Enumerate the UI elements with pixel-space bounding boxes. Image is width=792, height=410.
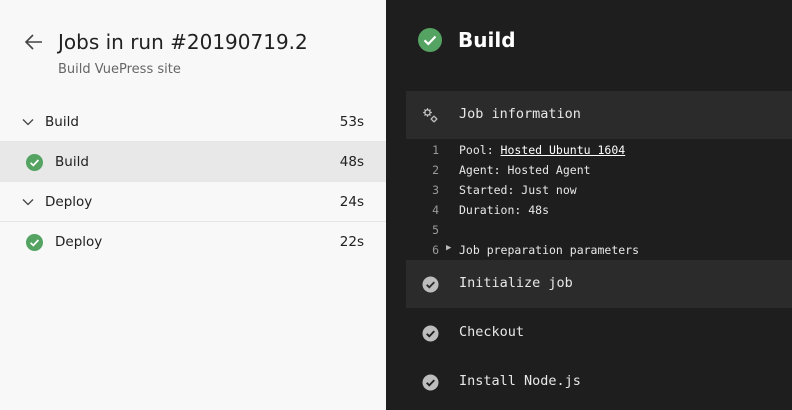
log-text: Agent: Hosted Agent bbox=[459, 163, 591, 177]
gears-icon bbox=[423, 108, 438, 123]
chevron-down-icon bbox=[22, 119, 34, 126]
step-label: Install Node.js bbox=[459, 373, 581, 389]
log-line: 3 Started: Just now bbox=[406, 182, 792, 202]
check-circle-icon bbox=[422, 276, 439, 293]
jobs-header: Jobs in run #20190719.2 Build VuePress s… bbox=[0, 0, 386, 102]
log-line: 2 Agent: Hosted Agent bbox=[406, 162, 792, 182]
success-check-icon bbox=[26, 154, 43, 171]
check-circle-icon bbox=[422, 325, 439, 342]
page-title: Jobs in run #20190719.2 bbox=[58, 30, 308, 54]
log-line: 1 Pool: Hosted Ubuntu 1604 bbox=[406, 142, 792, 162]
step-label: Initialize job bbox=[459, 275, 573, 291]
log-text: Pool: bbox=[459, 143, 501, 157]
success-check-icon bbox=[418, 28, 442, 52]
step-install-nodejs[interactable]: Install Node.js bbox=[406, 358, 792, 406]
jobs-panel: Jobs in run #20190719.2 Build VuePress s… bbox=[0, 0, 386, 410]
job-label: Build bbox=[55, 154, 89, 170]
line-number: 3 bbox=[432, 183, 439, 197]
job-duration: 48s bbox=[339, 154, 364, 170]
stage-duration: 53s bbox=[339, 114, 364, 130]
log-text: Duration: 48s bbox=[459, 203, 550, 217]
stage-row-deploy[interactable]: Deploy 24s bbox=[0, 182, 386, 222]
stage-duration: 24s bbox=[339, 194, 364, 210]
back-arrow-icon[interactable] bbox=[24, 32, 44, 52]
step-checkout[interactable]: Checkout bbox=[406, 309, 792, 357]
step-job-information[interactable]: Job information bbox=[406, 91, 792, 139]
stage-label: Deploy bbox=[45, 194, 93, 210]
expand-triangle-icon[interactable]: ▶ bbox=[446, 243, 451, 253]
job-row-deploy[interactable]: Deploy 22s bbox=[0, 222, 386, 262]
check-circle-icon bbox=[422, 374, 439, 391]
job-row-build[interactable]: Build 48s bbox=[0, 142, 386, 182]
step-label: Checkout bbox=[459, 324, 525, 340]
job-detail-panel: Build Job information 1 Pool: Hosted Ubu… bbox=[386, 0, 792, 410]
log-text: Started: Just now bbox=[459, 183, 577, 197]
chevron-down-icon bbox=[22, 199, 34, 206]
log-text: Job preparation parameters bbox=[459, 243, 640, 257]
log-output: 1 Pool: Hosted Ubuntu 1604 2 Agent: Host… bbox=[406, 142, 792, 262]
line-number: 5 bbox=[432, 223, 439, 237]
line-number: 6 bbox=[432, 243, 439, 257]
log-line-collapsible[interactable]: 6 ▶ Job preparation parameters bbox=[406, 242, 792, 262]
line-number: 2 bbox=[432, 163, 439, 177]
log-line: 5 bbox=[406, 222, 792, 242]
log-line: 4 Duration: 48s bbox=[406, 202, 792, 222]
job-title: Build bbox=[458, 28, 516, 52]
line-number: 1 bbox=[432, 143, 439, 157]
stage-label: Build bbox=[45, 114, 79, 130]
success-check-icon bbox=[26, 234, 43, 251]
pool-link[interactable]: Hosted Ubuntu 1604 bbox=[501, 143, 626, 157]
step-initialize-job[interactable]: Initialize job bbox=[406, 260, 792, 308]
line-number: 4 bbox=[432, 203, 439, 217]
stage-row-build[interactable]: Build 53s bbox=[0, 102, 386, 142]
job-duration: 22s bbox=[339, 234, 364, 250]
step-label: Job information bbox=[459, 106, 581, 122]
job-label: Deploy bbox=[55, 234, 103, 250]
pipeline-name: Build VuePress site bbox=[58, 62, 181, 77]
